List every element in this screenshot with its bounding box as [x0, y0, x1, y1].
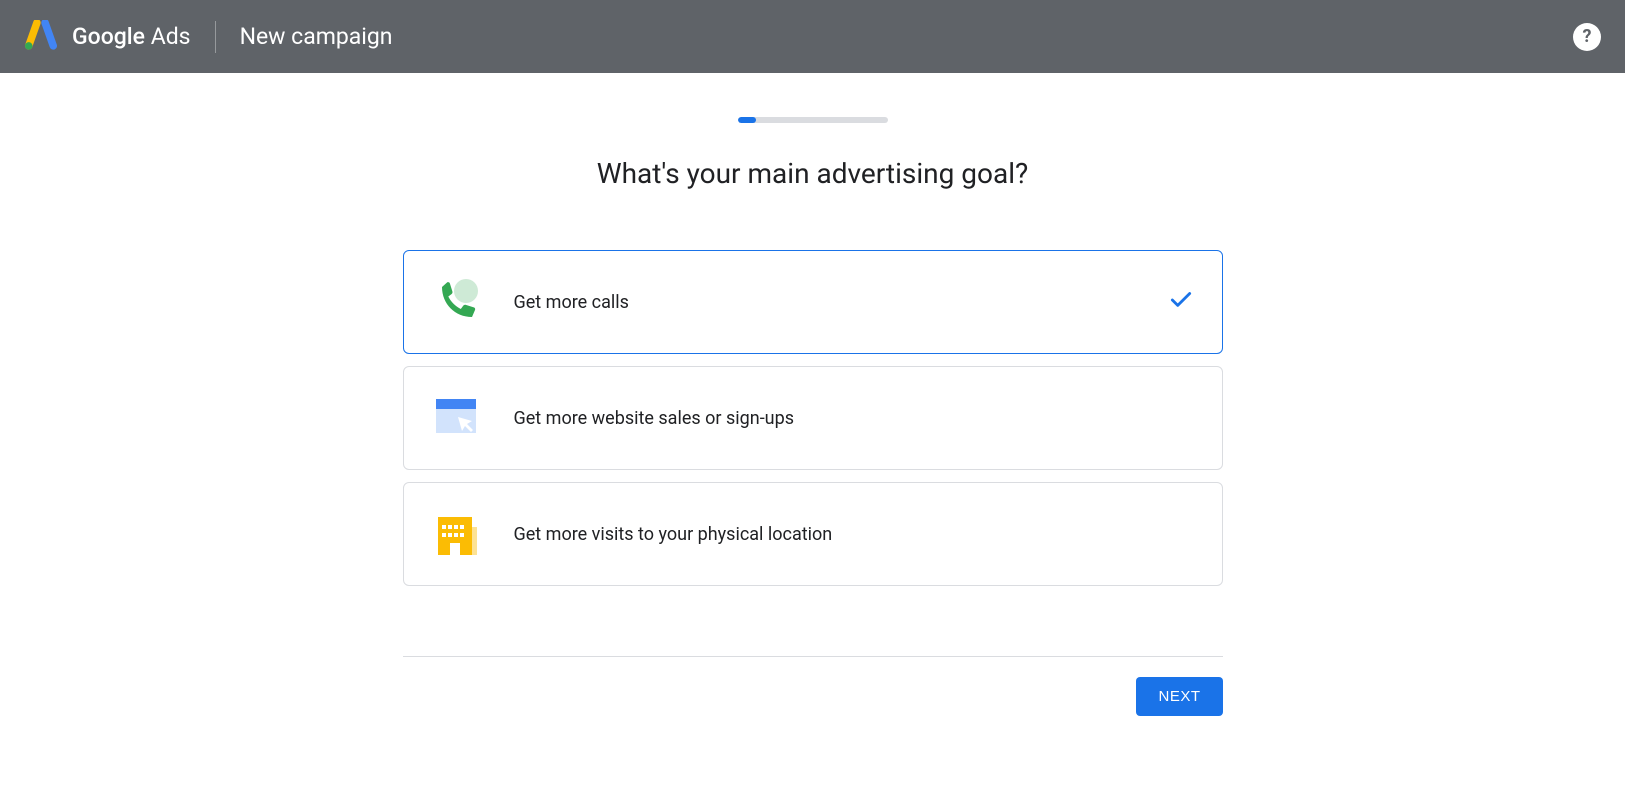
check-icon — [1168, 287, 1194, 317]
header-divider — [215, 21, 216, 53]
footer-actions: Next — [403, 656, 1223, 716]
goal-option-label: Get more website sales or sign-ups — [514, 408, 1194, 429]
progress-bar — [738, 117, 888, 123]
goal-option-label: Get more visits to your physical locatio… — [514, 524, 1194, 545]
page-title: New campaign — [240, 23, 393, 50]
brand-text: Google Ads — [72, 23, 191, 50]
progress-fill — [738, 117, 756, 123]
website-click-icon — [432, 393, 482, 443]
goal-option-website[interactable]: Get more website sales or sign-ups — [403, 366, 1223, 470]
brand[interactable]: Google Ads — [24, 20, 191, 54]
goal-option-visits[interactable]: Get more visits to your physical locatio… — [403, 482, 1223, 586]
goal-option-label: Get more calls — [514, 292, 1136, 313]
storefront-icon — [432, 509, 482, 559]
app-header: Google Ads New campaign ? — [0, 0, 1625, 73]
main-content: What's your main advertising goal? Get m… — [403, 117, 1223, 796]
help-button[interactable]: ? — [1573, 23, 1601, 51]
goal-option-calls[interactable]: Get more calls — [403, 250, 1223, 354]
next-button[interactable]: Next — [1136, 677, 1222, 716]
google-ads-logo-icon — [24, 20, 58, 54]
phone-call-icon — [432, 277, 482, 327]
help-icon: ? — [1583, 26, 1592, 47]
question-heading: What's your main advertising goal? — [403, 157, 1223, 190]
